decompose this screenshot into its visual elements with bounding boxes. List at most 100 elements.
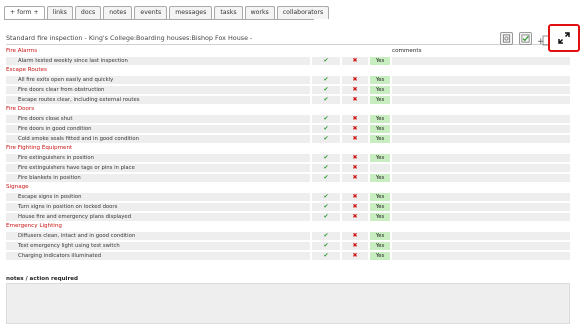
yes-option[interactable]: ✔: [312, 154, 340, 162]
no-option[interactable]: ✖: [342, 193, 368, 201]
section-title: Escape Routes: [6, 67, 47, 73]
comment-field[interactable]: [392, 232, 570, 240]
item-label: Fire blankets in position: [6, 174, 310, 182]
yes-option[interactable]: ✔: [312, 242, 340, 250]
comment-field[interactable]: [392, 203, 570, 211]
answer-value: Yes: [370, 252, 390, 260]
item-label: All fire exits open easily and quickly: [6, 76, 310, 84]
no-option[interactable]: ✖: [342, 86, 368, 94]
checklist-row: Fire extinguishers have tags or pins in …: [6, 163, 570, 173]
answer-value: Yes: [370, 135, 390, 143]
tab-form[interactable]: + form +: [4, 6, 45, 19]
no-option[interactable]: ✖: [342, 174, 368, 182]
title-divider: [6, 44, 570, 45]
item-label: Cold smoke seals fitted and in good cond…: [6, 135, 310, 143]
tab-notes[interactable]: notes: [103, 6, 133, 19]
answer-value: Yes: [370, 193, 390, 201]
comment-field[interactable]: [392, 76, 570, 84]
comment-field[interactable]: [392, 164, 570, 172]
no-option[interactable]: ✖: [342, 57, 368, 65]
comment-field[interactable]: [392, 213, 570, 221]
yes-option[interactable]: ✔: [312, 125, 340, 133]
tab-divider: [4, 19, 314, 20]
tab-events[interactable]: events: [134, 6, 168, 19]
item-label: Fire extinguishers have tags or pins in …: [6, 164, 310, 172]
comment-field[interactable]: [392, 242, 570, 250]
answer-value: Yes: [370, 76, 390, 84]
no-option[interactable]: ✖: [342, 76, 368, 84]
checklist-row: Fire doors close shut ✔ ✖ Yes: [6, 114, 570, 124]
expand-icon: [558, 32, 570, 44]
item-label: Turn signs in position on locked doors: [6, 203, 310, 211]
section-title: Signage: [6, 184, 29, 190]
no-option[interactable]: ✖: [342, 164, 368, 172]
tab-tasks[interactable]: tasks: [214, 6, 243, 19]
checklist-row: All fire exits open easily and quickly ✔…: [6, 75, 570, 85]
comment-field[interactable]: [392, 135, 570, 143]
tab-messages[interactable]: messages: [169, 6, 213, 19]
item-label: Escape signs in position: [6, 193, 310, 201]
checklist-row: Fire blankets in position ✔ ✖ Yes: [6, 173, 570, 183]
note-tool-button[interactable]: [500, 32, 513, 45]
checklist-row: Test emergency light using test switch ✔…: [6, 241, 570, 251]
comment-field[interactable]: [392, 154, 570, 162]
yes-option[interactable]: ✔: [312, 203, 340, 211]
no-option[interactable]: ✖: [342, 96, 368, 104]
no-option[interactable]: ✖: [342, 135, 368, 143]
item-label: Fire doors in good condition: [6, 125, 310, 133]
notes-textarea[interactable]: [6, 283, 570, 324]
yes-option[interactable]: ✔: [312, 252, 340, 260]
tab-links[interactable]: links: [46, 6, 73, 19]
no-option[interactable]: ✖: [342, 213, 368, 221]
yes-option[interactable]: ✔: [312, 213, 340, 221]
note-icon: [502, 34, 511, 43]
no-option[interactable]: ✖: [342, 125, 368, 133]
checklist-row: Escape signs in position ✔ ✖ Yes: [6, 192, 570, 202]
no-option[interactable]: ✖: [342, 154, 368, 162]
no-option[interactable]: ✖: [342, 232, 368, 240]
yes-option[interactable]: ✔: [312, 57, 340, 65]
inspection-grid: comments Fire Alarms Alarm tested weekly…: [6, 47, 570, 261]
yes-option[interactable]: ✔: [312, 86, 340, 94]
answer-value: Yes: [370, 57, 390, 65]
comment-field[interactable]: [392, 96, 570, 104]
yes-option[interactable]: ✔: [312, 135, 340, 143]
checklist-row: Charging indicators illuminated ✔ ✖ Yes: [6, 251, 570, 261]
section-title: Fire Alarms: [6, 48, 38, 54]
item-label: Fire extinguishers in position: [6, 154, 310, 162]
tab-docs[interactable]: docs: [74, 6, 102, 19]
yes-option[interactable]: ✔: [312, 96, 340, 104]
comment-field[interactable]: [392, 252, 570, 260]
no-option[interactable]: ✖: [342, 115, 368, 123]
item-label: Diffusers clean, intact and in good cond…: [6, 232, 310, 240]
checklist-row: Fire doors in good condition ✔ ✖ Yes: [6, 124, 570, 134]
checklist-row: Cold smoke seals fitted and in good cond…: [6, 134, 570, 144]
answer-value: Yes: [370, 242, 390, 250]
comment-field[interactable]: [392, 193, 570, 201]
section-title: Fire Doors: [6, 106, 35, 112]
no-option[interactable]: ✖: [342, 203, 368, 211]
no-option[interactable]: ✖: [342, 242, 368, 250]
item-label: Alarm tested weekly since last inspectio…: [6, 57, 310, 65]
tab-bar: + form + links docs notes events message…: [4, 6, 330, 20]
yes-option[interactable]: ✔: [312, 193, 340, 201]
answer-value: Yes: [370, 174, 390, 182]
comment-field[interactable]: [392, 125, 570, 133]
comment-field[interactable]: [392, 86, 570, 94]
comment-field[interactable]: [392, 115, 570, 123]
answer-value: Yes: [370, 203, 390, 211]
comment-field[interactable]: [392, 174, 570, 182]
yes-option[interactable]: ✔: [312, 115, 340, 123]
no-option[interactable]: ✖: [342, 252, 368, 260]
item-label: Escape routes clear, including external …: [6, 96, 310, 104]
answer-value: Yes: [370, 232, 390, 240]
tab-collaborators[interactable]: collaborators: [276, 6, 330, 19]
checkbox-tool-button[interactable]: [519, 32, 532, 45]
tab-works[interactable]: works: [244, 6, 275, 19]
comment-field[interactable]: [392, 57, 570, 65]
yes-option[interactable]: ✔: [312, 174, 340, 182]
yes-option[interactable]: ✔: [312, 232, 340, 240]
yes-option[interactable]: ✔: [312, 164, 340, 172]
answer-value: Yes: [370, 96, 390, 104]
yes-option[interactable]: ✔: [312, 76, 340, 84]
